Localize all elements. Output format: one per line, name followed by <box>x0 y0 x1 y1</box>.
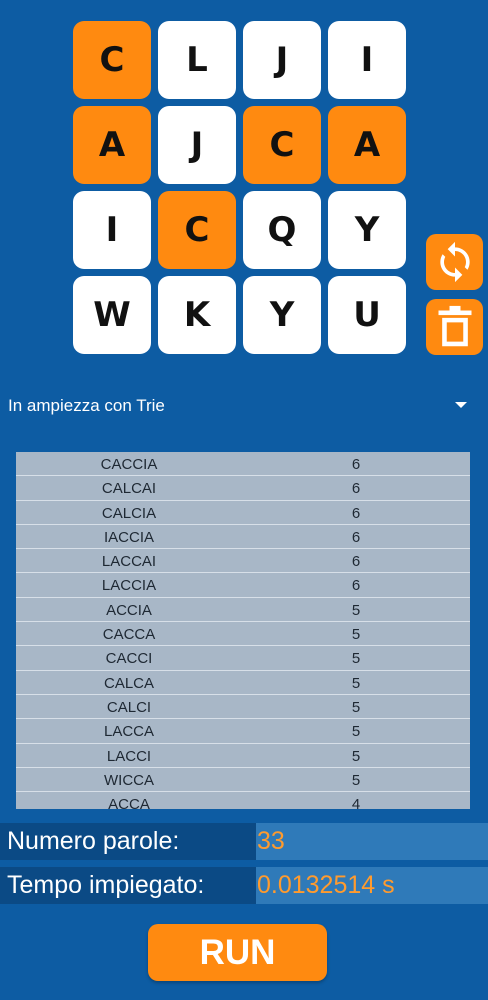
algorithm-select[interactable]: In ampiezza con Trie <box>0 388 488 424</box>
result-row[interactable]: IACCIA 6 <box>16 525 470 550</box>
result-word: CACCIA <box>100 456 158 473</box>
result-row[interactable]: CALCAI 6 <box>16 476 470 501</box>
result-word: CALCIA <box>101 504 157 522</box>
letter-grid: CLJIAJCAICQYWKYU <box>73 21 408 356</box>
letter-tile[interactable]: Y <box>328 191 406 269</box>
result-row[interactable]: CALCI 5 <box>16 695 470 720</box>
letter-tile[interactable]: Q <box>243 191 321 269</box>
result-row[interactable]: CACCA 5 <box>16 622 470 647</box>
result-length: 5 <box>351 771 361 789</box>
letter-tile[interactable]: L <box>158 21 236 99</box>
result-word: LACCI <box>106 747 152 765</box>
result-row[interactable]: LACCI 5 <box>16 744 470 768</box>
letter-tile[interactable]: C <box>73 21 151 99</box>
letter-tile[interactable]: J <box>243 21 321 99</box>
result-word: LACCA <box>103 723 155 741</box>
result-row[interactable]: ACCIA 5 <box>16 598 470 623</box>
result-length: 6 <box>351 480 361 498</box>
letter-tile[interactable]: A <box>73 106 151 184</box>
result-length: 4 <box>351 796 361 809</box>
result-length: 6 <box>351 553 361 571</box>
result-row[interactable]: WICCA 5 <box>16 768 470 793</box>
result-row[interactable]: LACCAI 6 <box>16 549 470 574</box>
algorithm-select-value: In ampiezza con Trie <box>8 396 165 415</box>
letter-tile[interactable]: J <box>158 106 236 184</box>
trash-icon <box>438 305 471 347</box>
elapsed-time-label: Tempo impiegato: <box>0 867 256 904</box>
letter-tile[interactable]: U <box>328 276 406 354</box>
result-length: 5 <box>351 674 361 692</box>
result-length: 5 <box>351 626 361 644</box>
results-list[interactable]: CACCIA 6 CALCAI 6 CALCIA 6 IACCIA 6 LACCAI 6 LACCI… <box>16 452 470 809</box>
result-length: 5 <box>351 723 361 741</box>
result-row[interactable]: CALCIA 6 <box>16 501 470 525</box>
shuffle-button[interactable] <box>426 234 483 290</box>
result-word: WICCA <box>104 771 154 789</box>
result-row[interactable]: CACCIA 6 <box>16 452 470 477</box>
result-row[interactable]: LACCA 5 <box>16 719 470 744</box>
result-row[interactable]: LACCIA 6 <box>16 573 470 598</box>
letter-tile[interactable]: C <box>243 106 321 184</box>
result-word: CALCI <box>106 698 152 716</box>
letter-tile[interactable]: Y <box>243 276 321 354</box>
result-word: CALCA <box>103 674 155 692</box>
result-length: 5 <box>351 747 361 765</box>
letter-tile[interactable]: K <box>158 276 236 354</box>
result-row[interactable]: CALCA 5 <box>16 671 470 695</box>
result-length: 6 <box>351 456 361 473</box>
letter-tile[interactable]: I <box>73 191 151 269</box>
result-word: ACCIA <box>106 601 152 619</box>
result-word: IACCIA <box>103 528 154 546</box>
clear-button[interactable] <box>426 299 483 355</box>
elapsed-time-value: 0.0132514 s <box>256 867 488 904</box>
result-length: 6 <box>351 504 361 522</box>
result-word: LACCIA <box>101 577 157 595</box>
result-word: CACCI <box>105 650 153 668</box>
result-word: LACCAI <box>101 553 157 571</box>
result-row[interactable]: CACCI 5 <box>16 646 470 671</box>
word-count-label: Numero parole: <box>0 823 256 860</box>
result-word: ACCA <box>108 796 150 809</box>
result-word: CACCA <box>102 626 156 644</box>
chevron-down-icon <box>455 402 467 408</box>
word-count-value: 33 <box>256 823 488 860</box>
letter-tile[interactable]: A <box>328 106 406 184</box>
result-length: 6 <box>351 528 361 546</box>
run-button[interactable]: RUN <box>148 924 327 981</box>
refresh-icon <box>439 241 470 283</box>
letter-tile[interactable]: C <box>158 191 236 269</box>
result-word: CALCAI <box>101 480 157 498</box>
result-length: 6 <box>351 577 361 595</box>
result-length: 5 <box>351 601 361 619</box>
result-length: 5 <box>351 698 361 716</box>
letter-tile[interactable]: W <box>73 276 151 354</box>
result-row[interactable]: ACCA 4 <box>16 792 470 809</box>
letter-tile[interactable]: I <box>328 21 406 99</box>
result-length: 5 <box>351 650 361 668</box>
